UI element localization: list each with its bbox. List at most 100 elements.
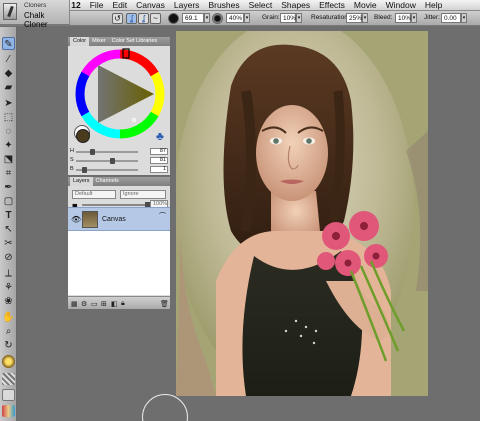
main-color-icon[interactable] [2,355,15,368]
layers-panel: Layers Channels Default Ignore ◼ 100% 👁 … [67,176,171,310]
resaturation-label: Resaturation: [311,14,350,21]
bleed-field[interactable]: 10% [395,13,411,23]
eye-icon[interactable]: 👁 [71,215,81,224]
method-icon[interactable]: ~ [150,13,161,24]
shape-tool-icon[interactable]: ▢ [2,195,15,208]
paint-bucket-icon[interactable]: ◆ [2,67,15,80]
jitter-stepper[interactable]: ▾ [461,13,467,23]
menu-window[interactable]: Window [386,0,416,10]
menu-movie[interactable]: Movie [354,0,377,10]
layers-footer: ▦ ⚙ ▭ ⊞ ◧ 🔒︎ 🗑︎ [68,296,170,309]
opacity-field[interactable]: 40% [226,13,244,23]
cloner-tool-icon[interactable]: ❀ [2,295,15,308]
new-group-icon[interactable]: ⊞ [101,300,107,308]
jitter-field[interactable]: 0.00 [441,13,461,23]
menu-shapes[interactable]: Shapes [281,0,310,10]
size-stepper[interactable]: ▾ [204,13,210,23]
bleed-stepper[interactable]: ▾ [411,13,417,23]
trash-icon[interactable]: 🗑︎ [160,300,169,308]
slider-hue[interactable]: H 87 [70,148,170,156]
brush-category-icon [3,3,17,20]
dropper-tool-icon[interactable]: ⁄ [2,53,15,66]
rect-select-icon[interactable]: ⬚ [2,111,15,124]
tab-color-set-libraries[interactable]: Color Set Libraries [109,37,161,46]
dab-type-icon[interactable]: ʆ [126,13,137,24]
magic-wand-icon[interactable]: ✦ [2,139,15,152]
rubber-stamp-icon[interactable]: ⚘ [2,281,15,294]
canvas-document[interactable] [176,31,428,396]
dynamic-plugins-icon[interactable]: ⚙ [81,300,87,308]
brush-size-icon [168,13,179,24]
color-panel-tabs: Color Mixer Color Set Libraries [68,37,170,46]
magnifier-icon[interactable]: ⌕ [2,325,15,338]
menu-canvas[interactable]: Canvas [136,0,165,10]
pattern-library-icon[interactable] [2,389,15,401]
color-panel: Color Mixer Color Set Libraries ♣ H 87 S… [67,36,171,176]
stroke-type-icon[interactable]: ʆ [138,13,149,24]
layer-adjuster-icon[interactable]: ➤ [2,97,15,110]
perspective-guide-icon[interactable]: ⟂ [2,267,15,280]
clone-color-icon[interactable]: ♣ [156,129,164,143]
slider-saturation[interactable]: S 81 [70,157,170,165]
grabber-tool-icon[interactable]: ✋ [2,311,15,324]
size-field[interactable]: 69.1 [182,13,204,23]
slider-hue-knob[interactable] [89,149,95,155]
mirror-tool-icon[interactable]: ⊘ [2,251,15,264]
brush-variant: Chalk Cloner [24,11,48,29]
crop-tool-icon[interactable]: ⌗ [2,167,15,180]
resaturation-stepper[interactable]: ▾ [362,13,368,23]
layer-lock-icon[interactable]: ⌒ [159,211,166,221]
opacity-stepper[interactable]: ▾ [244,13,250,23]
tab-channels[interactable]: Channels [93,177,122,186]
opacity-icon [212,13,223,24]
rotate-page-icon[interactable]: ↻ [2,339,15,352]
grain-field[interactable]: 10% [280,13,296,23]
scissors-icon[interactable]: ✂ [2,237,15,250]
menu-effects[interactable]: Effects [319,0,345,10]
slider-saturation-knob[interactable] [110,158,116,164]
reset-tool-icon[interactable]: ↺ [112,13,123,24]
menu-bar: Corel Painter 12 File Edit Canvas Layers… [0,0,480,11]
tab-layers[interactable]: Layers [70,177,93,186]
menu-help[interactable]: Help [425,0,442,10]
main-color-swatch[interactable] [76,129,90,143]
tab-mixer[interactable]: Mixer [89,37,108,46]
property-bar: ↺ ʆ ʆ ~ 69.1 ▾ 40% ▾ Grain: 10% ▾ Resatu… [0,11,480,26]
composite-depth-select[interactable]: Ignore [120,190,166,199]
brush-category: Cloners [24,2,47,9]
eraser-tool-icon[interactable]: ▰ [2,81,15,94]
mask-icon[interactable]: ◧ [111,300,118,308]
transform-tool-icon[interactable]: ⬔ [2,153,15,166]
gradient-library-icon[interactable] [2,405,15,417]
brush-tool-icon[interactable]: ✎ [2,37,15,50]
layer-name: Canvas [102,216,126,223]
paper-library-icon[interactable] [2,373,15,385]
resaturation-field[interactable]: 25% [346,13,362,23]
menu-edit[interactable]: Edit [112,0,127,10]
tab-color[interactable]: Color [70,37,90,46]
bleed-label: Bleed: [374,14,393,21]
lasso-tool-icon[interactable]: ◌ [2,125,15,138]
slider-brightness-knob[interactable] [81,167,87,173]
text-tool-icon[interactable]: T [2,209,15,222]
layer-commands-icon[interactable]: ▦ [71,300,78,308]
pen-tool-icon[interactable]: ✒ [2,181,15,194]
shape-selection-icon[interactable]: ↖ [2,223,15,236]
menu-select[interactable]: Select [249,0,273,10]
menu-layers[interactable]: Layers [174,0,200,10]
brush-selector[interactable]: Cloners Chalk Cloner [0,0,70,29]
composite-method-select[interactable]: Default [72,190,116,199]
lock-icon[interactable]: 🔒︎ [121,300,125,308]
layer-opacity-slider[interactable] [82,202,150,208]
menu-brushes[interactable]: Brushes [208,0,239,10]
portrait-artwork [176,31,428,396]
new-layer-icon[interactable]: ▭ [91,300,98,308]
grain-stepper[interactable]: ▾ [296,13,302,23]
layer-thumbnail [82,211,98,228]
toolbox: ✎ ⁄ ◆ ▰ ➤ ⬚ ◌ ✦ ⬔ ⌗ ✒ ▢ T ↖ ✂ ⊘ ⟂ ⚘ ❀ ✋ … [0,27,17,421]
menu-file[interactable]: File [90,0,104,10]
layer-row-canvas[interactable]: 👁 Canvas ⌒ [68,207,170,231]
brush-cursor [142,394,188,421]
slider-brightness[interactable]: B 1 [70,166,170,174]
jitter-label: Jitter: [424,14,440,21]
